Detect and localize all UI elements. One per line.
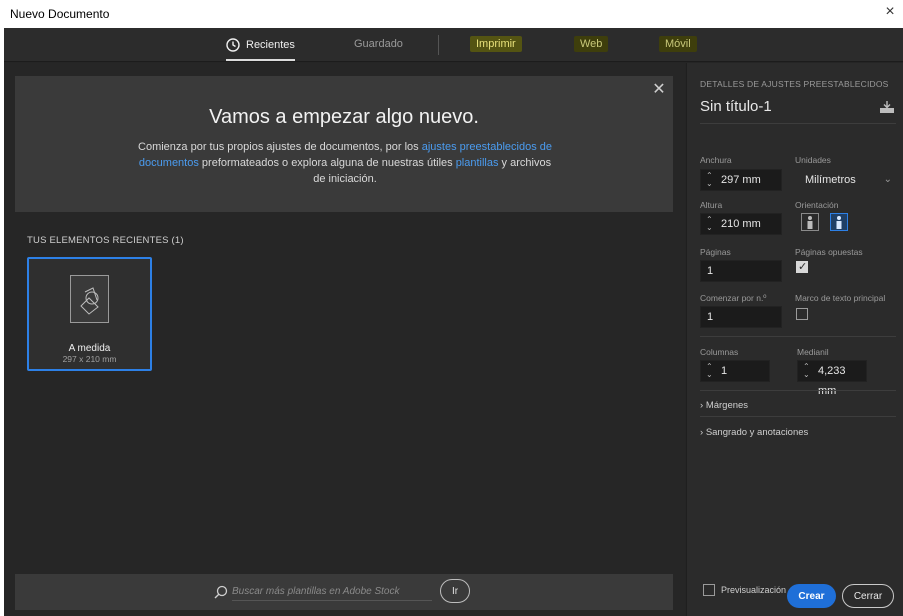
window-close-icon[interactable]: × [881, 3, 899, 21]
recent-items-label: TUS ELEMENTOS RECIENTES (1) [27, 235, 184, 246]
clock-icon [226, 38, 240, 52]
bleed-section-toggle[interactable]: › Sangrado y anotaciones [700, 427, 808, 438]
pages-label: Páginas [700, 247, 731, 257]
banner-text-part: Comienza por tus propios ajustes de docu… [138, 141, 422, 153]
tab-recientes-label: Recientes [246, 39, 295, 51]
units-value: Milímetros [805, 174, 856, 186]
document-name[interactable]: Sin título-1 [700, 98, 772, 115]
tab-movil[interactable]: Móvil [659, 36, 697, 52]
preview-label: Previsualización [721, 585, 787, 595]
window-titlebar: Nuevo Documento × [0, 0, 903, 28]
search-icon [214, 585, 228, 599]
banner-text-part: preformateados o explora alguna de nuest… [198, 157, 456, 169]
gutter-stepper-icon[interactable]: ⌃ ⌄ [803, 363, 811, 379]
margins-section-toggle[interactable]: › Márgenes [700, 400, 748, 411]
facing-pages-label: Páginas opuestas [795, 247, 863, 257]
tab-guardado[interactable]: Guardado [354, 38, 403, 50]
pages-value: 1 [707, 265, 714, 277]
width-label: Anchura [700, 155, 732, 165]
recent-item-name: A medida [68, 343, 111, 354]
chevron-right-icon: › [700, 427, 704, 438]
bleed-label: Sangrado y anotaciones [705, 427, 809, 438]
preview-checkbox[interactable] [703, 584, 715, 596]
columns-field[interactable]: ⌃ ⌄ 1 [700, 360, 770, 382]
shapes-icon [80, 287, 99, 315]
portrait-icon [807, 216, 813, 229]
tab-web[interactable]: Web [574, 36, 609, 52]
window-title: Nuevo Documento [10, 7, 110, 21]
search-go-button[interactable]: Ir [440, 579, 470, 603]
master-frame-checkbox[interactable] [796, 308, 808, 320]
gutter-label: Medianil [797, 347, 829, 357]
columns-value: 1 [721, 365, 728, 377]
stock-search-bar: Ir [15, 574, 673, 610]
units-select[interactable]: Milímetros ⌄ [795, 169, 898, 191]
welcome-banner: ✕ Vamos a empezar algo nuevo. Comienza p… [15, 76, 673, 212]
main-area: ✕ Vamos a empezar algo nuevo. Comienza p… [4, 63, 685, 616]
gutter-field[interactable]: ⌃ ⌄ 4,233 mm [797, 360, 867, 397]
save-preset-icon[interactable] [879, 100, 895, 114]
master-frame-label: Marco de texto principal [795, 293, 886, 303]
divider [700, 390, 896, 391]
tab-imprimir[interactable]: Imprimir [470, 36, 522, 52]
margins-label: Márgenes [705, 400, 749, 411]
start-page-field[interactable]: 1 [700, 306, 782, 328]
width-stepper-icon[interactable]: ⌃ ⌄ [706, 172, 714, 188]
height-label: Altura [700, 200, 723, 210]
start-page-value: 1 [707, 311, 714, 323]
recent-item-card[interactable]: A medida 297 x 210 mm [27, 257, 152, 371]
height-stepper-icon[interactable]: ⌃ ⌄ [706, 216, 714, 232]
divider [700, 123, 896, 124]
divider [700, 416, 896, 417]
templates-link[interactable]: plantillas [456, 157, 499, 169]
active-tab-underline [226, 59, 295, 61]
document-thumbnail [70, 275, 109, 323]
orientation-landscape-button[interactable] [830, 213, 848, 231]
stock-search-input[interactable] [232, 583, 432, 601]
banner-text: Comienza por tus propios ajustes de docu… [135, 139, 555, 187]
panel-header: DETALLES DE AJUSTES PREESTABLECIDOS [700, 79, 889, 89]
nav-divider [438, 35, 439, 55]
columns-label: Columnas [700, 347, 739, 357]
columns-stepper-icon[interactable]: ⌃ ⌄ [706, 363, 714, 379]
banner-title: Vamos a empezar algo nuevo. [209, 106, 479, 128]
width-value: 297 mm [721, 174, 761, 186]
chevron-down-icon: ⌄ [883, 174, 892, 185]
height-field[interactable]: ⌃ ⌄ 210 mm [700, 213, 782, 235]
facing-pages-checkbox[interactable] [796, 260, 808, 273]
chevron-right-icon: › [700, 400, 704, 411]
orientation-portrait-button[interactable] [801, 213, 819, 231]
height-value: 210 mm [721, 218, 761, 230]
recent-item-size: 297 x 210 mm [62, 354, 117, 364]
new-document-dialog: Recientes Guardado Imprimir Web Móvil ✕ … [4, 28, 903, 616]
banner-close-icon[interactable]: ✕ [650, 81, 668, 99]
preset-details-panel: DETALLES DE AJUSTES PREESTABLECIDOS Sin … [686, 63, 903, 616]
create-button[interactable]: Crear [787, 584, 836, 608]
start-page-label: Comenzar por n.º [700, 293, 767, 303]
orientation-label: Orientación [795, 200, 839, 210]
divider [700, 336, 896, 337]
preview-toggle[interactable]: Previsualización [703, 584, 786, 596]
units-label: Unidades [795, 155, 831, 165]
top-nav: Recientes Guardado Imprimir Web Móvil [4, 28, 903, 62]
landscape-icon [836, 216, 842, 229]
gutter-value: 4,233 mm [818, 365, 846, 397]
pages-field[interactable]: 1 [700, 260, 782, 282]
width-field[interactable]: ⌃ ⌄ 297 mm [700, 169, 782, 191]
tab-recientes[interactable]: Recientes [226, 38, 295, 61]
close-button[interactable]: Cerrar [842, 584, 894, 608]
